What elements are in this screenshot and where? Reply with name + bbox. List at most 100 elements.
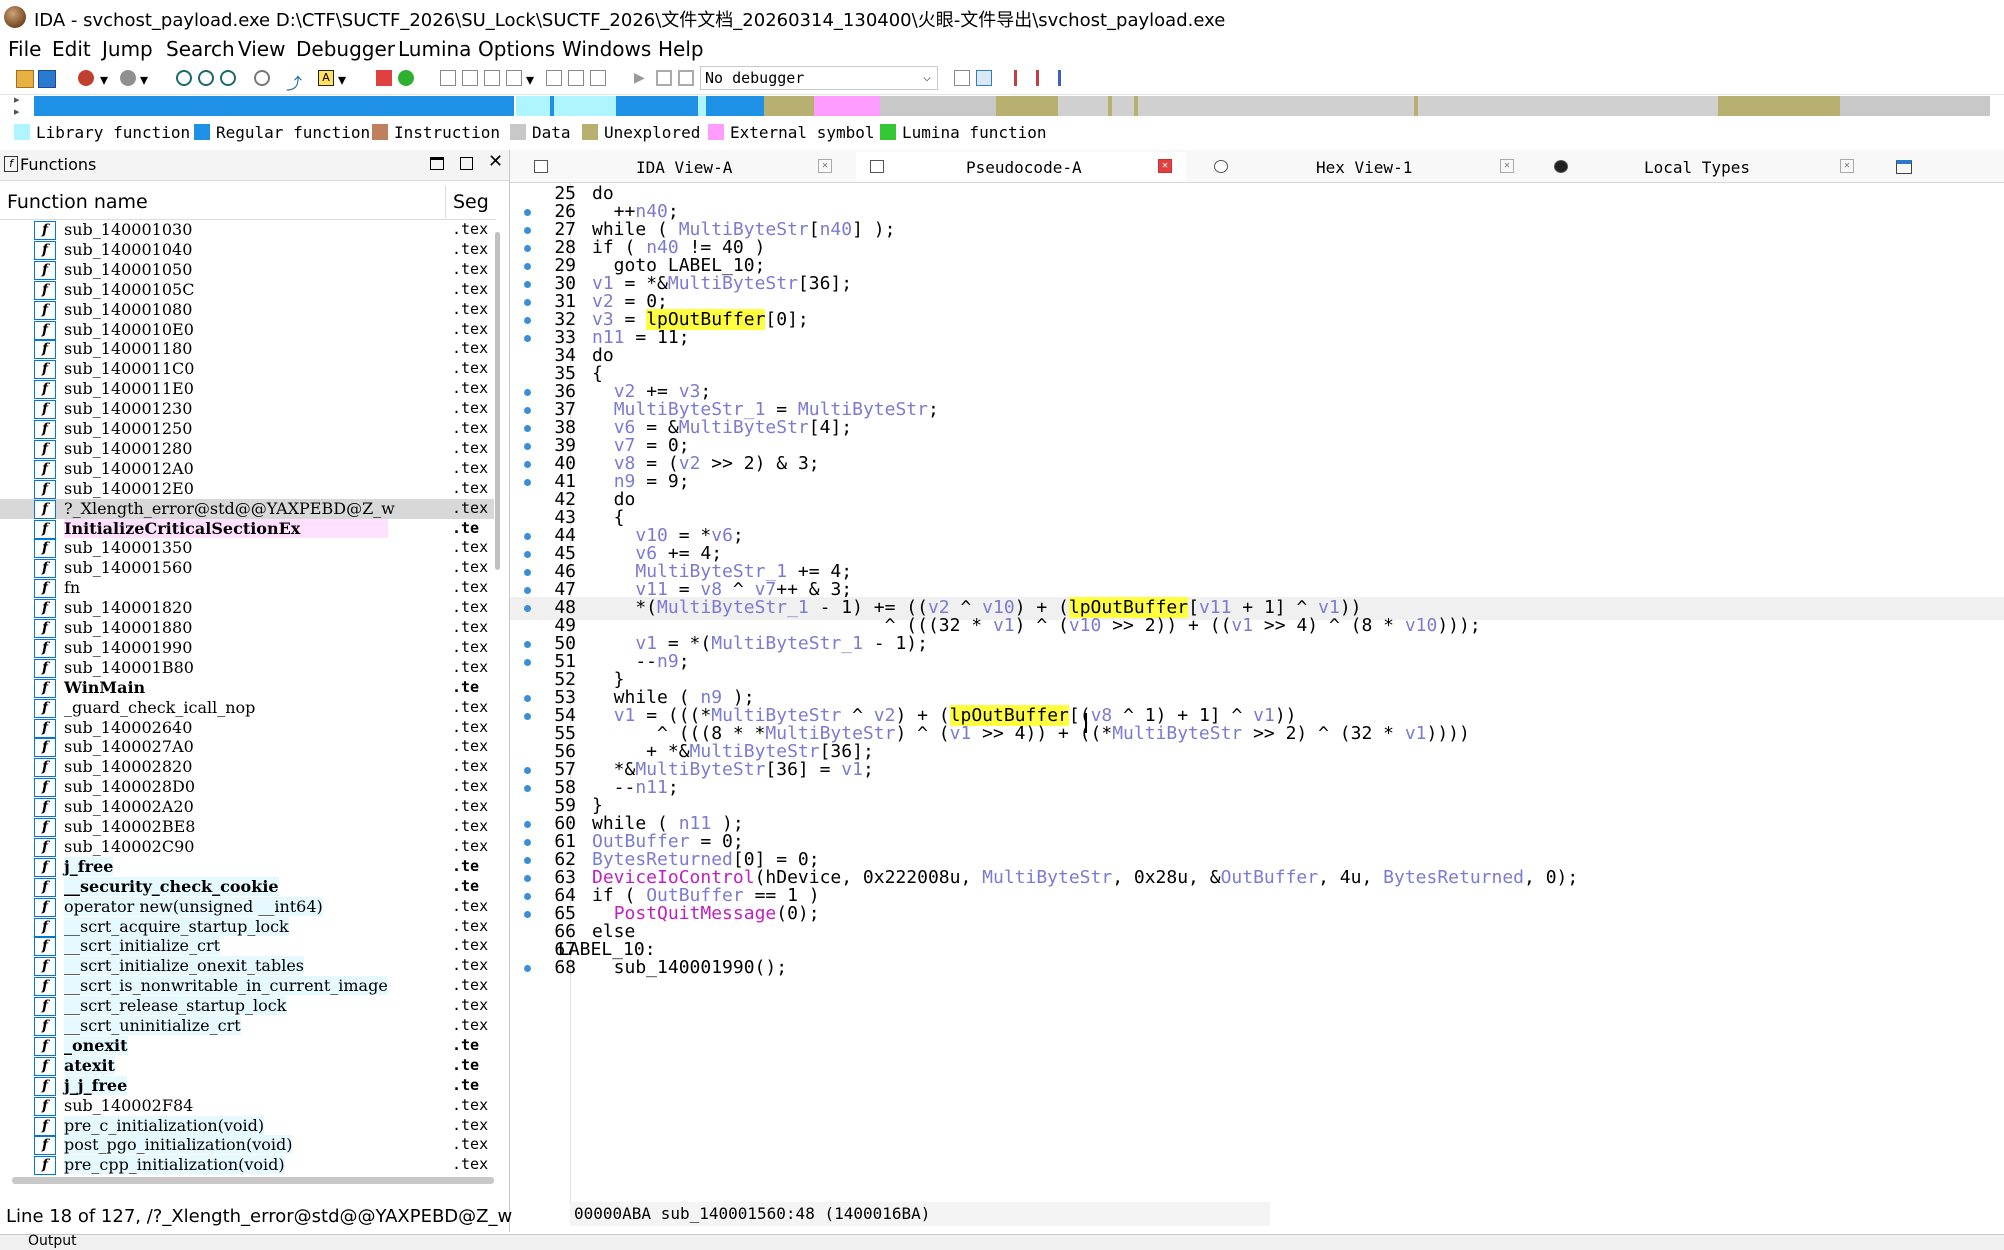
function-row[interactable]: f j_free .te [0, 856, 494, 877]
breakpoint-dot[interactable] [524, 281, 531, 288]
tab-pseudocode-a[interactable]: Pseudocode-A ✕ [856, 152, 1186, 182]
list-icon[interactable] [1036, 70, 1052, 86]
breakpoint-dot[interactable] [524, 461, 531, 468]
dropdown-arrow-icon[interactable]: ▾ [140, 70, 150, 89]
menu-view[interactable]: View [238, 37, 285, 61]
function-row[interactable]: f sub_1400012E0 .tex [0, 479, 494, 499]
function-row[interactable]: f __scrt_is_nonwritable_in_current_image.… [0, 976, 494, 997]
function-row[interactable]: f sub_140002820 .tex [0, 757, 494, 778]
menu-file[interactable]: File [8, 37, 41, 61]
function-row[interactable]: f sub_140001560 .tex [0, 558, 494, 579]
function-row[interactable]: f __scrt_release_startup_lock .tex [0, 996, 494, 1017]
menu-lumina[interactable]: Lumina [398, 37, 471, 61]
window-icon[interactable] [484, 70, 500, 86]
start-debug-icon[interactable]: ▶ [634, 70, 650, 86]
function-row[interactable]: f sub_140002F84 .tex [0, 1096, 494, 1116]
breakpoint-dot[interactable] [524, 263, 531, 270]
function-row[interactable]: f sub_1400027A0 .tex [0, 737, 494, 758]
function-row[interactable]: f sub_140001880 .tex [0, 618, 494, 638]
dropdown-arrow-icon[interactable]: ▾ [526, 70, 536, 89]
breakpoint-dot[interactable] [524, 245, 531, 252]
save-icon[interactable] [38, 70, 56, 88]
breakpoint-dot[interactable] [524, 335, 531, 342]
function-row[interactable]: f __scrt_acquire_startup_lock .tex [0, 916, 494, 937]
graph-icon[interactable] [220, 70, 236, 86]
tab-ida-view-a[interactable]: IDA View-A ✕ [520, 152, 850, 182]
list-icon[interactable] [1014, 70, 1030, 86]
breakpoint-dot[interactable] [524, 767, 531, 774]
breakpoint-dot[interactable] [524, 605, 531, 612]
column-function-name[interactable]: Function name [7, 191, 148, 213]
jump-icon[interactable]: ⤴ [286, 70, 302, 93]
close-icon[interactable]: ✕ [1840, 159, 1854, 173]
function-row[interactable]: f sub_140001040 .tex [0, 240, 494, 260]
breakpoint-dot[interactable] [524, 713, 531, 720]
function-row[interactable]: f InitializeCriticalSectionEx .te [0, 518, 494, 539]
function-row[interactable]: f _onexit .te [0, 1035, 494, 1056]
breakpoint-dot[interactable] [524, 587, 531, 594]
function-row[interactable]: f sub_140002BE8 .tex [0, 817, 494, 837]
list-icon[interactable] [1058, 70, 1074, 86]
function-row[interactable]: f sub_140001B80 .tex [0, 658, 494, 678]
breakpoint-dot[interactable] [524, 965, 531, 972]
close-icon[interactable]: ✕ [488, 151, 503, 172]
breakpoint-dot[interactable] [524, 443, 531, 450]
function-row[interactable]: f sub_140001990 .tex [0, 638, 494, 658]
breakpoint-dot[interactable] [524, 479, 531, 486]
menu-edit[interactable]: Edit [52, 37, 91, 61]
column-divider[interactable] [445, 186, 446, 218]
breakpoint-dot[interactable] [524, 227, 531, 234]
step-icon[interactable] [120, 70, 136, 86]
refresh-icon[interactable] [254, 70, 270, 86]
breakpoint-dot[interactable] [524, 551, 531, 558]
breakpoint-dot[interactable] [524, 299, 531, 306]
breakpoint-dot[interactable] [524, 317, 531, 324]
text-icon[interactable]: A [318, 70, 334, 86]
close-icon[interactable]: ✕ [1158, 159, 1172, 173]
function-row[interactable]: f sub_140001050 .tex [0, 260, 494, 280]
menu-jump[interactable]: Jump [102, 37, 153, 61]
breakpoint-dot[interactable] [524, 209, 531, 216]
window-icon[interactable] [440, 70, 456, 86]
function-row[interactable]: f ?_Xlength_error@std@@YAXPEBD@Z_w .tex [0, 498, 494, 519]
function-row[interactable]: f WinMain .te [0, 678, 494, 698]
breakpoint-dot[interactable] [524, 839, 531, 846]
maximize-icon[interactable] [430, 157, 444, 170]
tab-hex-view-1[interactable]: Hex View-1 ✕ [1200, 152, 1530, 182]
function-row[interactable]: f __scrt_initialize_onexit_tables .tex [0, 956, 494, 977]
window-icon[interactable] [568, 70, 584, 86]
function-row[interactable]: f sub_1400028D0 .tex [0, 777, 494, 798]
function-row[interactable]: f post_pgo_initialization(void) .tex [0, 1135, 494, 1156]
function-row[interactable]: f j_j_free .te [0, 1075, 494, 1096]
graph-icon[interactable] [198, 70, 214, 86]
output-panel[interactable]: Output [0, 1233, 2004, 1250]
window-icon[interactable] [462, 70, 478, 86]
function-row[interactable]: f operator new(unsigned __int64) .tex [0, 896, 494, 917]
function-row[interactable]: f pre_c_initialization(void) .tex [0, 1115, 494, 1136]
function-row[interactable]: f atexit .te [0, 1055, 494, 1076]
window-icon[interactable] [506, 70, 522, 86]
menu-options[interactable]: Options [478, 37, 555, 61]
breakpoint-dot[interactable] [524, 659, 531, 666]
breakpoint-dot[interactable] [524, 695, 531, 702]
breakpoint-dot[interactable] [524, 875, 531, 882]
breakpoint-icon[interactable] [376, 70, 392, 86]
cpu-icon[interactable] [954, 70, 970, 86]
debugger-select[interactable]: No debugger ⌵ [700, 66, 938, 90]
pseudocode-view[interactable]: 25 do 26 ++n40; 27 while ( MultiByteStr[n40]… [510, 183, 2004, 1203]
functions-scrollbar-thumb[interactable] [495, 232, 500, 570]
functions-horizontal-scrollbar[interactable] [12, 1177, 494, 1184]
breakpoint-dot[interactable] [524, 893, 531, 900]
function-row[interactable]: f sub_140001030 .tex [0, 220, 494, 240]
breakpoint-dot[interactable] [524, 407, 531, 414]
record-icon[interactable] [78, 70, 94, 86]
breakpoint-dot[interactable] [524, 911, 531, 918]
column-segment[interactable]: Seg [453, 191, 489, 213]
menu-debugger[interactable]: Debugger [296, 37, 395, 61]
breakpoint-dot[interactable] [524, 569, 531, 576]
stop-icon[interactable] [678, 70, 694, 86]
close-icon[interactable]: ✕ [818, 159, 832, 173]
function-row[interactable]: f sub_1400010E0 .tex [0, 320, 494, 340]
menu-search[interactable]: Search [166, 37, 235, 61]
dropdown-arrow-icon[interactable]: ▾ [100, 70, 110, 89]
